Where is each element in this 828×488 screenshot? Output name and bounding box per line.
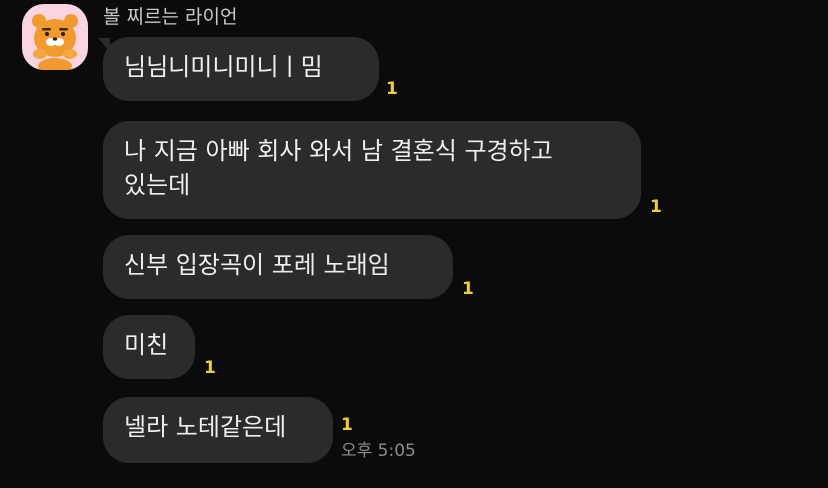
unread-count: 1: [386, 79, 398, 99]
message-bubble[interactable]: 넬라 노테같은데: [103, 397, 333, 463]
ryan-lion-avatar-icon: [32, 14, 78, 70]
message-text: 미친: [124, 331, 169, 359]
unread-count: 1: [204, 358, 216, 378]
message-bubble[interactable]: 신부 입장곡이 포레 노래임: [103, 235, 453, 299]
sender-avatar[interactable]: [22, 4, 88, 70]
message-text: 신부 입장곡이 포레 노래임: [124, 251, 390, 279]
message-text-line: 나 지금 아빠 회사 와서 남 결혼식 구경하고: [124, 137, 553, 165]
message-bubble[interactable]: 미친: [103, 315, 195, 379]
message-bubble[interactable]: 나 지금 아빠 회사 와서 남 결혼식 구경하고 있는데: [103, 121, 641, 219]
unread-count: 1: [341, 415, 353, 435]
unread-count: 1: [650, 197, 662, 217]
message-text: 넬라 노테같은데: [124, 413, 287, 441]
message-timestamp: 오후 5:05: [341, 441, 416, 461]
message-text-line: 있는데: [124, 171, 191, 199]
message-bubble[interactable]: 님님니미니미니ㅣ밈: [103, 37, 379, 101]
message-text: 님님니미니미니ㅣ밈: [124, 53, 323, 81]
unread-count: 1: [462, 279, 474, 299]
sender-name: 볼 찌르는 라이언: [103, 6, 238, 28]
